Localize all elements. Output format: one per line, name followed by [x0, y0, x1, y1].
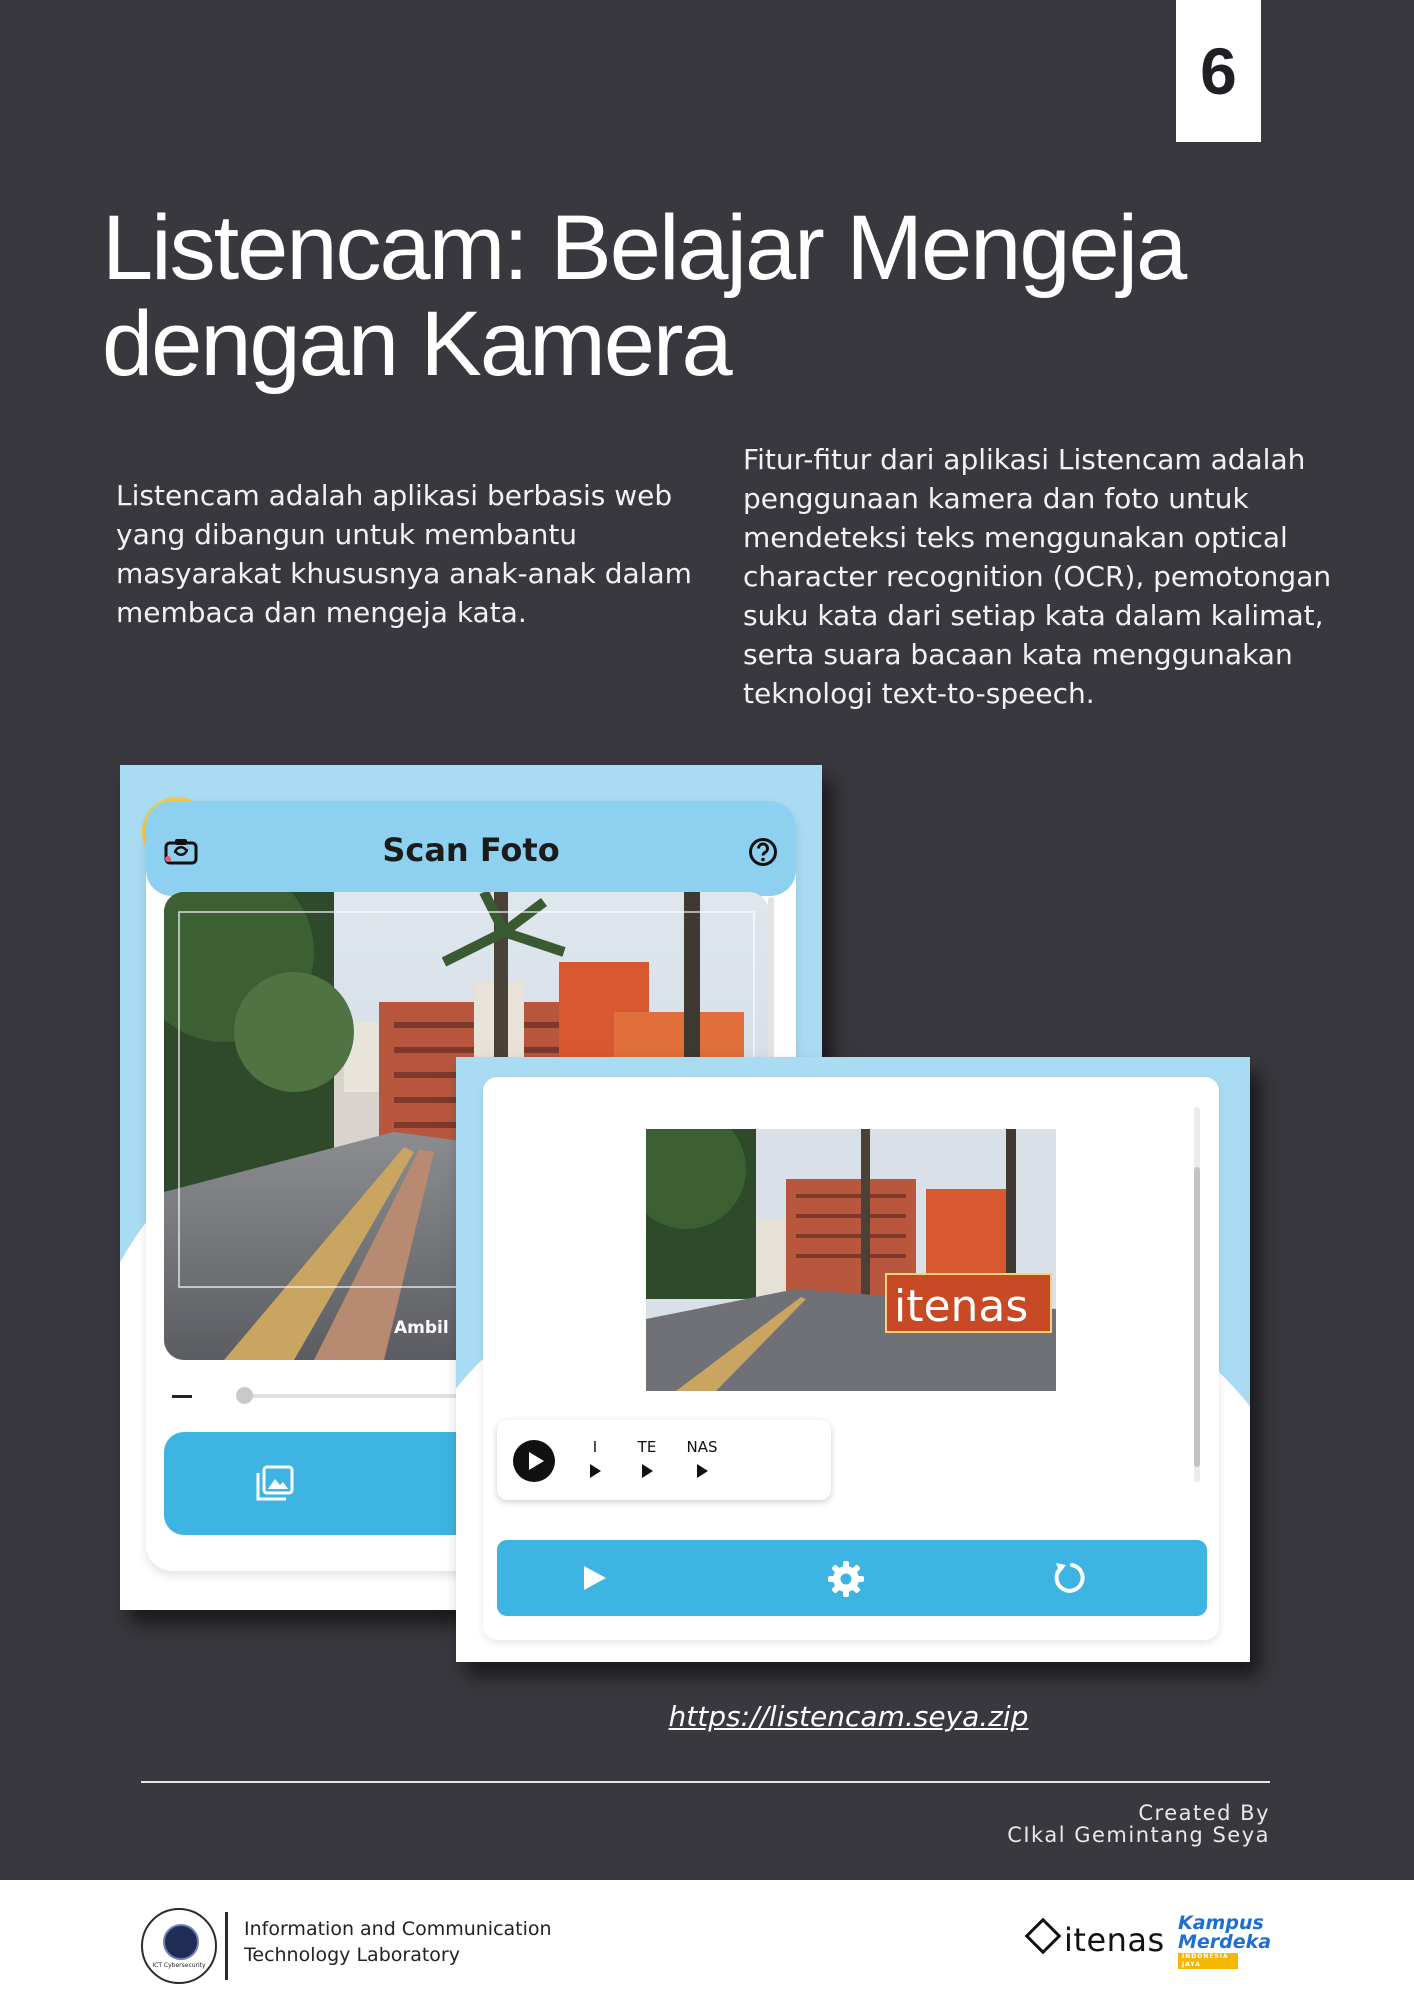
- scan-screen-title: Scan Foto: [382, 831, 560, 869]
- ict-lab-logo-text: ICT Cybersecurity: [152, 1962, 206, 1969]
- page-number: 6: [1176, 0, 1261, 142]
- lab-name: Information and Communication Technology…: [244, 1916, 552, 1968]
- syllable-label: TE: [637, 1438, 657, 1456]
- syllable-item[interactable]: NAS: [677, 1438, 727, 1478]
- page-title-line-1: Listencam: Belajar Mengeja: [102, 197, 1187, 299]
- itenas-diamond-icon: [1024, 1917, 1062, 1955]
- features-paragraph: Fitur-fitur dari aplikasi Listencam adal…: [743, 443, 1332, 710]
- kampus-merdeka-logo: Kampus Merdeka INDONESIA JAYA: [1178, 1914, 1272, 1969]
- syllable-label: I: [592, 1438, 598, 1456]
- credits-name: CIkal Gemintang Seya: [1007, 1823, 1270, 1847]
- kampus-logo-tag: INDONESIA JAYA: [1178, 1953, 1238, 1969]
- itenas-logo-text: itenas: [1064, 1921, 1165, 1959]
- lab-name-line-2: Technology Laboratory: [244, 1944, 460, 1966]
- itenas-logo: itenas: [1024, 1917, 1165, 1959]
- divider: [141, 1781, 1270, 1783]
- lab-name-line-1: Information and Communication: [244, 1918, 552, 1940]
- ict-lab-logo: ICT Cybersecurity: [141, 1908, 217, 1984]
- gear-icon[interactable]: [826, 1559, 866, 1599]
- ict-lab-emblem-icon: [163, 1924, 199, 1960]
- credits: Created By CIkal Gemintang Seya: [1007, 1802, 1270, 1846]
- detected-photo: itenas: [646, 1129, 1056, 1391]
- reset-icon[interactable]: [1050, 1559, 1088, 1597]
- syllable-item[interactable]: TE: [622, 1438, 672, 1478]
- footer-separator: [225, 1912, 228, 1980]
- play-all-icon[interactable]: [513, 1440, 555, 1482]
- help-icon[interactable]: [748, 837, 778, 867]
- footer: ICT Cybersecurity Information and Commun…: [0, 1880, 1414, 2000]
- intro-paragraph: Listencam adalah aplikasi berbasis web y…: [116, 479, 692, 629]
- street-photo-detected: itenas: [646, 1129, 1056, 1391]
- result-screenshot: itenas I TE NAS: [456, 1057, 1250, 1662]
- result-scrollbar[interactable]: [1194, 1107, 1200, 1482]
- kampus-logo-line-2: Merdeka: [1178, 1931, 1272, 1953]
- gallery-icon[interactable]: [256, 1465, 294, 1501]
- page-title: Listencam: Belajar Mengeja dengan Kamera: [102, 200, 1202, 392]
- zoom-slider-knob[interactable]: [236, 1387, 253, 1404]
- syllable-item[interactable]: I: [570, 1438, 620, 1478]
- syllable-player: I TE NAS: [497, 1420, 831, 1500]
- zoom-out-icon[interactable]: [172, 1395, 192, 1398]
- app-link[interactable]: https://listencam.seya.zip: [0, 1700, 1414, 1733]
- syllable-label: NAS: [686, 1438, 718, 1456]
- result-scrollbar-thumb[interactable]: [1194, 1167, 1200, 1467]
- capture-label[interactable]: Ambil: [394, 1318, 449, 1338]
- play-icon[interactable]: [580, 1563, 608, 1593]
- play-icon[interactable]: [696, 1464, 708, 1478]
- play-icon[interactable]: [641, 1464, 653, 1478]
- credits-label: Created By: [1138, 1801, 1270, 1825]
- page-title-line-2: dengan Kamera: [102, 293, 733, 395]
- play-icon[interactable]: [589, 1464, 601, 1478]
- detected-word: itenas: [894, 1281, 1028, 1332]
